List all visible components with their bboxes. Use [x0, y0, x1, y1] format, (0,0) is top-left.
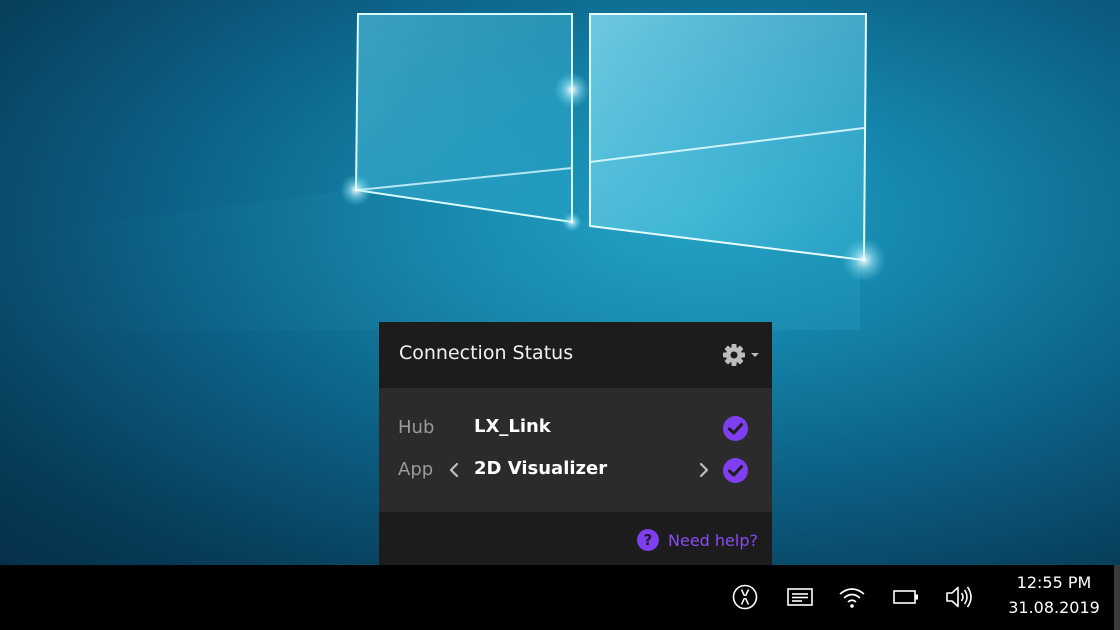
- taskbar-clock[interactable]: 12:55 PM 31.08.2019: [1000, 571, 1108, 621]
- action-center-icon[interactable]: [785, 583, 815, 611]
- app-row: App 2D Visualizer: [379, 453, 772, 487]
- panel-footer: ? Need help?: [379, 512, 772, 565]
- hub-row: Hub LX_Link: [379, 411, 772, 445]
- need-help-label: Need help?: [668, 530, 758, 550]
- hub-value: LX_Link: [474, 416, 551, 437]
- gear-icon: [723, 344, 759, 366]
- app-tray-icon[interactable]: [730, 583, 760, 611]
- previous-app-chevron-icon[interactable]: [446, 460, 464, 480]
- clock-date: 31.08.2019: [1008, 598, 1100, 617]
- app-connected-check-icon: [723, 458, 748, 483]
- show-desktop-button[interactable]: [1114, 565, 1120, 630]
- taskbar: 12:55 PM 31.08.2019: [0, 565, 1120, 630]
- chevron-down-icon: [751, 353, 759, 357]
- volume-icon[interactable]: [944, 583, 974, 611]
- panel-body: Hub LX_Link App 2D Visualizer: [379, 388, 772, 512]
- panel-title: Connection Status: [399, 342, 574, 364]
- hub-label: Hub: [398, 417, 435, 438]
- hub-connected-check-icon: [723, 416, 748, 441]
- panel-header: Connection Status: [379, 322, 772, 388]
- battery-icon[interactable]: [891, 583, 921, 611]
- settings-dropdown-button[interactable]: [722, 342, 762, 368]
- question-mark-icon: ?: [637, 529, 660, 551]
- clock-time: 12:55 PM: [1016, 573, 1092, 592]
- app-label: App: [398, 459, 434, 480]
- wifi-icon[interactable]: [837, 583, 867, 611]
- connection-status-panel: Connection Status Hub LX_Link App 2D Vis…: [379, 322, 772, 565]
- next-app-chevron-icon[interactable]: [695, 460, 713, 480]
- need-help-link[interactable]: ? Need help?: [637, 528, 758, 552]
- app-value: 2D Visualizer: [474, 458, 608, 479]
